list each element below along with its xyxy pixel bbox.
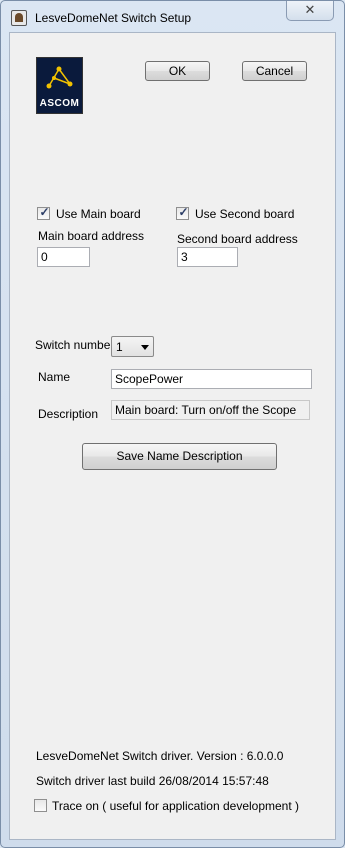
use-second-board-label: Use Second board	[195, 207, 295, 221]
checkmark-icon: ✓	[39, 205, 50, 219]
switch-number-value: 1	[116, 340, 123, 354]
switch-number-label: Switch number	[35, 338, 115, 352]
use-main-board-label: Use Main board	[56, 207, 141, 221]
switch-number-select[interactable]: 1	[111, 336, 154, 357]
description-field: Main board: Turn on/off the Scope	[111, 400, 310, 420]
second-board-address-input[interactable]	[177, 247, 238, 267]
trace-on-label: Trace on ( useful for application develo…	[52, 799, 300, 813]
checkmark-icon: ✓	[178, 205, 189, 219]
use-main-board-checkbox[interactable]: ✓	[37, 205, 50, 220]
star-constellation-icon	[46, 66, 73, 89]
dialog-content: ASCOM OK Cancel ✓ Use Main board Main bo…	[9, 32, 336, 840]
main-board-address-input[interactable]	[37, 247, 90, 267]
save-name-description-button[interactable]: Save Name Description	[82, 443, 277, 470]
driver-version-text: LesveDomeNet Switch driver. Version : 6.…	[36, 749, 284, 763]
window-title: LesveDomeNet Switch Setup	[35, 11, 192, 25]
second-board-address-label: Second board address	[177, 232, 298, 246]
cancel-button[interactable]: Cancel	[242, 61, 307, 81]
name-label: Name	[38, 370, 71, 384]
name-input[interactable]	[111, 369, 312, 389]
logo-text: ASCOM	[39, 98, 80, 109]
ascom-logo: ASCOM	[36, 57, 83, 114]
ok-button[interactable]: OK	[145, 61, 210, 81]
trace-on-checkbox[interactable]	[34, 799, 47, 812]
main-board-address-label: Main board address	[38, 229, 145, 243]
setup-window: LesveDomeNet Switch Setup ✕ ASCOM OK Can…	[0, 0, 345, 848]
app-icon	[11, 10, 27, 26]
title-bar[interactable]: LesveDomeNet Switch Setup ✕	[1, 1, 344, 33]
close-button[interactable]: ✕	[286, 1, 334, 21]
use-second-board-checkbox[interactable]: ✓	[176, 205, 189, 220]
chevron-down-icon	[141, 345, 149, 350]
driver-build-text: Switch driver last build 26/08/2014 15:5…	[36, 774, 269, 788]
description-label: Description	[38, 407, 99, 421]
